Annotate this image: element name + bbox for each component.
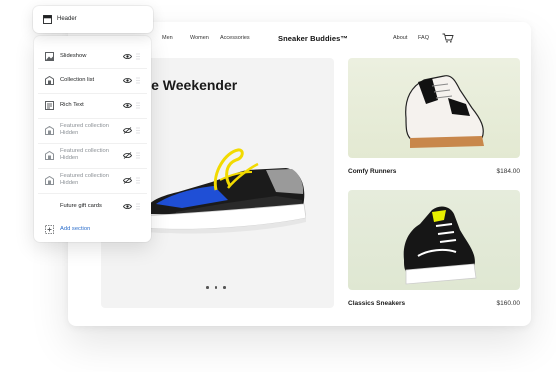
section-label: Featured collection — [60, 173, 109, 179]
classics-sneakers-image — [403, 206, 477, 285]
section-row-featured-collection[interactable]: Featured collection Hidden — [34, 143, 151, 169]
eye-hidden-icon[interactable] — [123, 177, 132, 184]
add-section-button[interactable]: Add section — [34, 222, 151, 238]
section-row-featured-collection[interactable]: Featured collection Hidden — [34, 168, 151, 194]
section-label: Featured collection — [60, 123, 109, 129]
section-row-rich-text[interactable]: Rich Text — [34, 93, 151, 119]
nav-link-about[interactable]: About — [393, 35, 407, 41]
section-label: Featured collection — [60, 148, 109, 154]
eye-icon[interactable] — [123, 53, 132, 60]
slide-dot[interactable] — [214, 286, 217, 289]
slide-dot[interactable] — [223, 286, 226, 289]
rich-text-icon — [45, 101, 54, 110]
section-label: Rich Text — [60, 102, 84, 108]
featured-collection-icon — [45, 151, 54, 160]
drag-handle-icon[interactable] — [136, 127, 140, 134]
add-section-label: Add section — [60, 226, 91, 232]
drag-handle-icon[interactable] — [136, 102, 140, 109]
slideshow-dots[interactable] — [206, 286, 226, 289]
section-row-featured-collection[interactable]: Featured collection Hidden — [34, 118, 151, 144]
featured-collection-icon — [45, 176, 54, 185]
header-label: Header — [57, 16, 77, 22]
collection-list-icon — [45, 76, 54, 85]
nav-link-women[interactable]: Women — [190, 35, 209, 41]
product-name[interactable]: Classics Sneakers — [348, 300, 405, 307]
store-brand[interactable]: Sneaker Buddies™ — [278, 34, 348, 43]
drag-handle-icon[interactable] — [136, 177, 140, 184]
product-name[interactable]: Comfy Runners — [348, 168, 396, 175]
header-icon — [43, 15, 52, 24]
header-section-card[interactable]: Header — [33, 6, 153, 33]
eye-hidden-icon[interactable] — [123, 152, 132, 159]
section-row-collection-list[interactable]: Collection list — [34, 68, 151, 94]
eye-icon[interactable] — [123, 102, 132, 109]
eye-icon[interactable] — [123, 203, 132, 210]
section-label: Future gift cards — [60, 203, 102, 209]
drag-handle-icon[interactable] — [136, 77, 140, 84]
drag-handle-icon[interactable] — [136, 152, 140, 159]
sections-panel: Slideshow Collection list Rich Text Feat… — [34, 36, 151, 242]
featured-collection-icon — [45, 126, 54, 135]
cart-icon[interactable] — [442, 33, 454, 43]
eye-icon[interactable] — [123, 77, 132, 84]
section-status: Hidden — [60, 130, 79, 136]
eye-hidden-icon[interactable] — [123, 127, 132, 134]
add-section-icon — [45, 225, 54, 234]
drag-handle-icon[interactable] — [136, 203, 140, 210]
nav-link-men[interactable]: Men — [162, 35, 173, 41]
drag-handle-icon[interactable] — [136, 53, 140, 60]
section-label: Collection list — [60, 77, 95, 83]
slideshow-icon — [45, 52, 54, 61]
nav-link-accessories[interactable]: Accessories — [220, 35, 250, 41]
hero-title: The Weekender — [134, 77, 238, 93]
slide-dot[interactable] — [206, 286, 209, 289]
section-status: Hidden — [60, 155, 79, 161]
product-price: $184.00 — [496, 168, 521, 175]
product-price: $160.00 — [496, 300, 521, 307]
section-status: Hidden — [60, 180, 79, 186]
nav-link-faq[interactable]: FAQ — [418, 35, 429, 41]
section-row-slideshow[interactable]: Slideshow — [34, 43, 151, 69]
product-card-image-classics-sneakers[interactable] — [348, 190, 520, 290]
section-label: Slideshow — [60, 53, 87, 59]
comfy-runners-image — [405, 75, 484, 148]
product-card-image-comfy-runners[interactable] — [348, 58, 520, 158]
section-row-future-gift-cards[interactable]: Future gift cards — [34, 193, 151, 219]
